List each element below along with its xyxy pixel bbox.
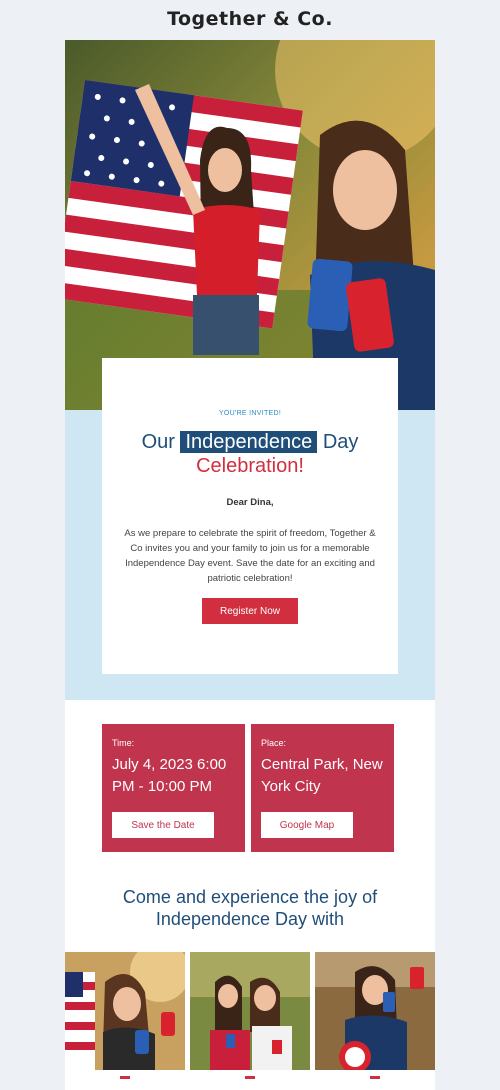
register-now-button[interactable]: Register Now <box>202 598 298 624</box>
invited-eyebrow: YOU'RE INVITED! <box>218 410 282 417</box>
hero-image <box>65 40 435 410</box>
headline-line-1: Our Independence Day <box>102 428 398 456</box>
brand-logo: Together & Co. <box>167 8 333 30</box>
greeting: Dear Dina, <box>226 497 274 508</box>
time-label: Time: <box>112 738 135 748</box>
invitation-card: YOU'RE INVITED! Our Independence Day Cel… <box>102 358 398 674</box>
place-label: Place: <box>261 738 287 748</box>
headline-highlight: Independence <box>180 431 318 453</box>
gallery-photo-3 <box>315 952 435 1070</box>
gallery-heading: Come and experience the joy of Independe… <box>122 887 378 929</box>
gallery-photo-1 <box>65 952 185 1070</box>
save-the-date-button[interactable]: Save the Date <box>112 812 214 838</box>
american-flag <box>65 80 303 329</box>
time-value: July 4, 2023 6:00 PM - 10:00 PM <box>112 756 227 795</box>
headline-pre: Our <box>141 431 175 453</box>
gallery-tick-2 <box>245 1076 255 1079</box>
gallery-photo-2 <box>190 952 310 1070</box>
flag-fragment <box>65 972 95 1070</box>
hero-photo-illustration <box>65 40 435 410</box>
invite-body: As we prepare to celebrate the spirit of… <box>124 528 376 584</box>
gallery-tick-1 <box>120 1076 130 1079</box>
headline-post: Day <box>322 431 359 453</box>
headline-line-2: Celebration! <box>196 455 304 477</box>
place-card: Place: Central Park, New York City Googl… <box>251 724 394 852</box>
time-card: Time: July 4, 2023 6:00 PM - 10:00 PM Sa… <box>102 724 245 852</box>
google-map-button[interactable]: Google Map <box>261 812 353 838</box>
email-container: YOU'RE INVITED! Our Independence Day Cel… <box>65 40 435 1090</box>
place-value: Central Park, New York City <box>261 756 383 795</box>
gallery-tick-3 <box>370 1076 380 1079</box>
